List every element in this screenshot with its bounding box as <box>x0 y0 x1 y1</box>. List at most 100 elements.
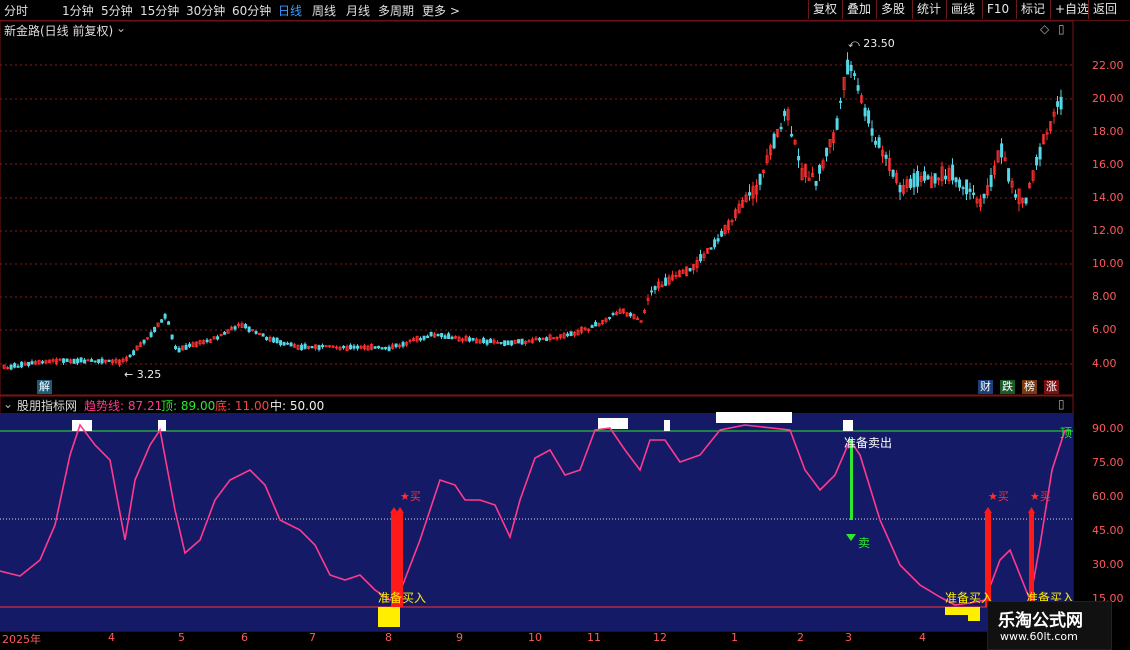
bang-tag[interactable]: 榜 <box>1022 380 1037 394</box>
candle-body <box>247 326 251 333</box>
candle-body <box>107 359 111 362</box>
top-value: 89.00 <box>180 399 216 413</box>
candle-body <box>891 169 895 177</box>
candle-body <box>846 59 850 75</box>
candle-body <box>958 179 962 188</box>
high-price-marker: ⤺ 23.50 <box>848 37 895 50</box>
candle-body <box>566 333 570 337</box>
prepare-sell-label: 准备卖出 <box>844 436 893 450</box>
candle-body <box>275 337 279 344</box>
buy-signal-label: ★买 <box>988 490 1009 503</box>
panel-toggle-icon[interactable]: ▯ <box>1058 397 1065 411</box>
candle-body <box>254 331 258 334</box>
chevron-down-icon[interactable]: ⌄ <box>116 21 126 35</box>
month-label: 4 <box>919 631 926 644</box>
candle-body <box>177 347 181 353</box>
candle-body <box>748 192 752 196</box>
candle-body <box>261 333 265 337</box>
watermark-url: www.60lt.com <box>1000 630 1078 643</box>
candle-body <box>76 358 80 364</box>
candle-body <box>506 340 510 346</box>
top-label: 顶: <box>161 399 178 413</box>
candle-body <box>825 147 829 157</box>
candle-body <box>972 192 976 196</box>
candle-body <box>170 334 174 340</box>
indicator-background <box>0 413 1073 631</box>
indicator-axis-tick: 75.00 <box>1092 456 1124 469</box>
watermark-title: 乐淘公式网 <box>998 611 1083 631</box>
candle-body <box>65 358 69 363</box>
candle-body <box>90 359 94 362</box>
indicator-axis-tick: 30.00 <box>1092 558 1124 571</box>
candle-body <box>923 171 927 181</box>
chevron-down-icon[interactable]: ⌄ <box>3 397 13 411</box>
candle-body <box>709 247 713 250</box>
candle-body <box>100 358 104 364</box>
panel-toggle-icon[interactable]: ▯ <box>1058 22 1065 36</box>
candle-body <box>272 337 276 343</box>
buy-signal-label: ★买 <box>400 490 421 503</box>
die-tag[interactable]: 跌 <box>1000 380 1015 394</box>
candle-body <box>9 364 13 370</box>
candle-body <box>877 137 881 148</box>
jie-tag[interactable]: 解 <box>37 380 52 394</box>
candle-body <box>149 332 153 337</box>
overbought-fill <box>72 420 92 431</box>
candle-body <box>1024 197 1028 204</box>
indicator-name[interactable]: 股朋指标网 <box>17 397 77 414</box>
candle-body <box>401 342 405 347</box>
price-axis-tick: 4.00 <box>1092 357 1117 370</box>
top-line-label: 顶 <box>1060 426 1073 440</box>
cai-tag[interactable]: 财 <box>978 380 993 394</box>
candle-body <box>244 324 248 329</box>
candle-body <box>1056 101 1060 107</box>
candle-body <box>699 254 703 262</box>
candle-body <box>279 340 283 346</box>
indicator-axis-tick: 45.00 <box>1092 524 1124 537</box>
month-label: 3 <box>845 631 852 644</box>
candle-body <box>951 164 955 181</box>
candle-body <box>912 173 916 188</box>
candle-body <box>867 110 871 124</box>
trend-value: 87.21 <box>127 399 163 413</box>
month-label: 6 <box>241 631 248 644</box>
candle-body <box>440 333 444 338</box>
low-price-label: 3.25 <box>136 368 162 381</box>
candle-body <box>961 187 965 190</box>
prepare-buy-label: 准备买入 <box>945 591 994 605</box>
month-label: 8 <box>385 631 392 644</box>
price-axis-tick: 14.00 <box>1092 191 1124 204</box>
candle-body <box>265 336 269 341</box>
candle-body <box>128 354 132 357</box>
diamond-icon[interactable]: ◇ <box>1040 22 1049 36</box>
candle-body <box>394 343 398 348</box>
candle-body <box>443 335 447 339</box>
candle-body <box>223 331 227 335</box>
candle-body <box>688 267 692 272</box>
candle-body <box>422 335 426 340</box>
candle-body <box>720 230 724 237</box>
candle-body <box>20 361 24 368</box>
candle-body <box>797 155 801 161</box>
candle-body <box>30 361 34 365</box>
bottom-legend: 底: 11.00 <box>215 397 269 414</box>
price-axis-tick: 6.00 <box>1092 323 1117 336</box>
price-axis-tick: 20.00 <box>1092 92 1124 105</box>
candle-body <box>1035 156 1039 166</box>
candle-body <box>818 164 822 174</box>
sell-signal-bar <box>850 440 853 520</box>
candle-body <box>758 173 762 185</box>
candle-body <box>303 343 307 349</box>
mid-value: 50.00 <box>289 399 325 413</box>
overbought-fill <box>716 412 792 423</box>
price-axis-tick: 12.00 <box>1092 224 1124 237</box>
zhang-tag[interactable]: 涨 <box>1044 380 1059 394</box>
candle-body <box>909 178 913 188</box>
candle-body <box>716 238 720 242</box>
candle-body <box>41 361 45 364</box>
candle-body <box>1014 194 1018 198</box>
candle-body <box>132 350 136 356</box>
mid-legend: 中: 50.00 <box>270 397 324 414</box>
sell-signal-label: 卖 <box>858 536 871 550</box>
candle-body <box>83 359 87 364</box>
